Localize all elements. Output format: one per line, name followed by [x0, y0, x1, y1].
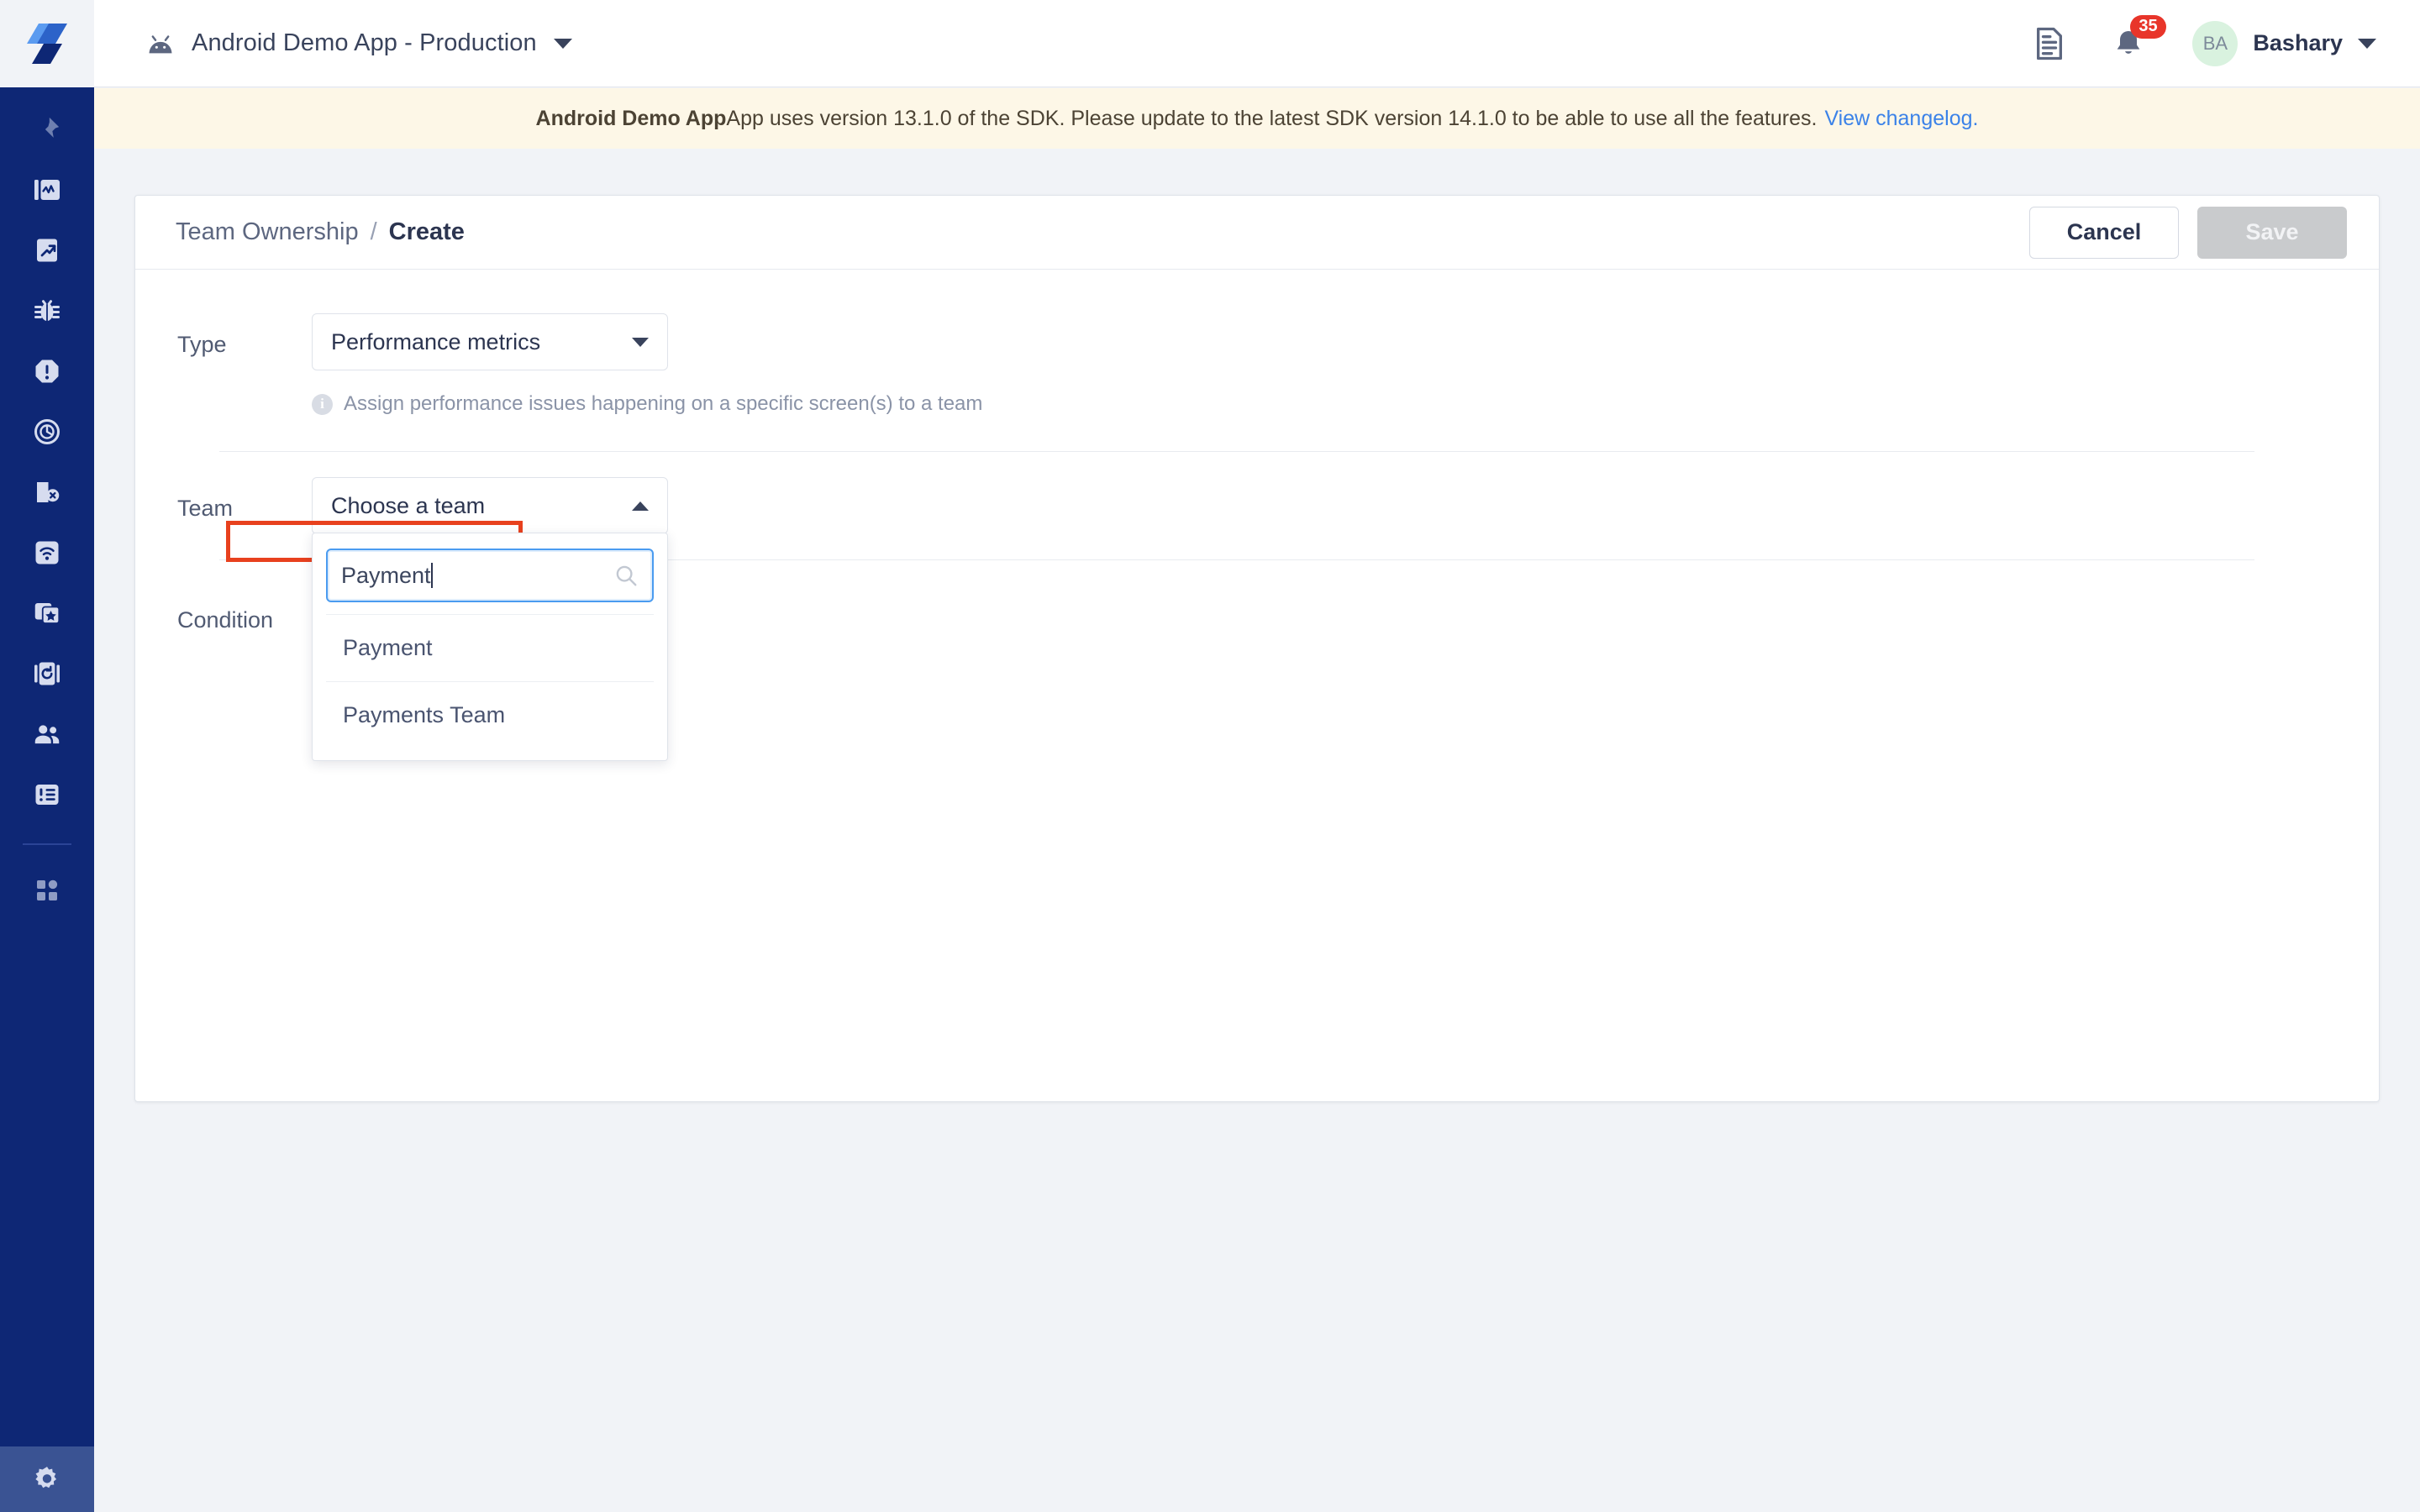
pin-icon [43, 117, 60, 140]
team-select-value: Choose a team [331, 492, 486, 518]
type-label: Type [177, 332, 227, 357]
type-field: Performance metrics i Assign performance… [312, 313, 982, 416]
view-changelog-link[interactable]: View changelog. [1824, 107, 1978, 131]
user-menu[interactable]: BA Bashary [2192, 20, 2376, 66]
notification-count-badge: 35 [2130, 14, 2166, 39]
cancel-button[interactable]: Cancel [2029, 206, 2179, 259]
sidebar-item-users[interactable] [0, 704, 94, 764]
team-dropdown: Payment Payments Team [312, 533, 668, 761]
sidebar-item-session-errors[interactable] [0, 462, 94, 522]
page-title: Create [388, 218, 465, 245]
search-icon-wrapper [613, 563, 639, 588]
user-name: Bashary [2253, 30, 2343, 55]
team-row: Team Choose a team Payment Payment Payme… [177, 452, 2337, 761]
sidebar-item-surveys[interactable] [0, 764, 94, 825]
chevron-down-icon [2358, 38, 2376, 49]
sidebar-item-app-rating[interactable] [0, 583, 94, 643]
breadcrumb-separator: / [370, 218, 377, 245]
app-switcher[interactable]: Android Demo App - Production [146, 29, 572, 57]
chevron-down-icon [632, 337, 649, 347]
instabug-logo-icon [27, 24, 67, 64]
docs-button[interactable] [2034, 27, 2065, 60]
app-title: Android Demo App - Production [192, 29, 537, 56]
condition-label: Condition [177, 607, 274, 633]
sdk-update-banner: Android Demo App App uses version 13.1.0… [94, 88, 2420, 149]
users-icon [34, 725, 60, 744]
android-icon [149, 34, 172, 53]
launch-report-icon [37, 239, 57, 262]
top-bar-actions: 35 BA Bashary [2034, 14, 2376, 66]
bug-icon [34, 300, 60, 321]
card-header: Team Ownership / Create Cancel Save [135, 196, 2379, 270]
sidebar-item-settings[interactable] [0, 1446, 94, 1512]
apps-grid-icon [37, 879, 58, 900]
breadcrumb-team-ownership[interactable]: Team Ownership [176, 218, 359, 246]
text-cursor [431, 563, 433, 588]
breadcrumb: Team Ownership / Create [176, 218, 465, 246]
avatar: BA [2192, 20, 2238, 66]
crash-icon [35, 360, 59, 383]
chevron-up-icon [632, 501, 649, 511]
sidebar-item-pin[interactable] [0, 99, 94, 160]
info-icon: i [312, 393, 333, 415]
type-select-value: Performance metrics [331, 328, 541, 354]
network-icon [35, 541, 59, 564]
type-row: Type Performance metrics i Assign perfor… [177, 270, 2337, 416]
session-error-icon [37, 482, 60, 502]
team-search-input[interactable] [341, 562, 433, 589]
top-bar: Android Demo App - Production 35 BA Bash… [94, 0, 2420, 87]
sidebar-item-crashes[interactable] [0, 341, 94, 402]
document-icon [2037, 27, 2063, 60]
banner-text: App uses version 13.1.0 of the SDK. Plea… [726, 106, 1818, 130]
search-icon [616, 565, 637, 586]
save-button[interactable]: Save [2197, 206, 2347, 259]
chevron-down-icon [553, 38, 572, 49]
app-performance-icon [34, 180, 60, 200]
banner-app-name: Android Demo App [535, 106, 727, 130]
sidebar-item-bugs[interactable] [0, 281, 94, 341]
app-logo[interactable] [0, 0, 94, 87]
sidebar-item-app-performance[interactable] [0, 160, 94, 220]
dropdown-option-payment[interactable]: Payment [326, 614, 654, 681]
team-ownership-create-card: Team Ownership / Create Cancel Save Type… [134, 195, 2380, 1102]
gear-icon [35, 1467, 57, 1488]
team-search-wrapper[interactable] [326, 549, 654, 602]
card-actions: Cancel Save [2029, 206, 2347, 259]
sidebar-item-session-replay[interactable] [0, 643, 94, 704]
session-replay-icon [34, 662, 60, 685]
team-select[interactable]: Choose a team [312, 477, 668, 534]
team-field: Choose a team Payment Payment Payments T… [312, 477, 668, 761]
team-label: Team [177, 496, 234, 521]
sidebar-item-launches[interactable] [0, 220, 94, 281]
anr-icon [34, 419, 60, 444]
type-select[interactable]: Performance metrics [312, 313, 668, 370]
dropdown-option-payments-team[interactable]: Payments Team [326, 681, 654, 748]
sidebar-divider [23, 843, 71, 845]
app-rating-icon [34, 603, 60, 624]
sidebar-item-network[interactable] [0, 522, 94, 583]
create-form: Type Performance metrics i Assign perfor… [135, 270, 2379, 761]
surveys-icon [35, 785, 59, 805]
sidebar-item-anr[interactable] [0, 402, 94, 462]
notifications-button[interactable]: 35 [2112, 14, 2166, 60]
team-options-list: Payment Payments Team [326, 614, 654, 748]
type-hint-text: Assign performance issues happening on a… [344, 392, 983, 415]
type-hint: i Assign performance issues happening on… [312, 392, 982, 416]
sidebar [0, 0, 94, 1512]
sidebar-item-all-apps[interactable] [0, 860, 94, 921]
